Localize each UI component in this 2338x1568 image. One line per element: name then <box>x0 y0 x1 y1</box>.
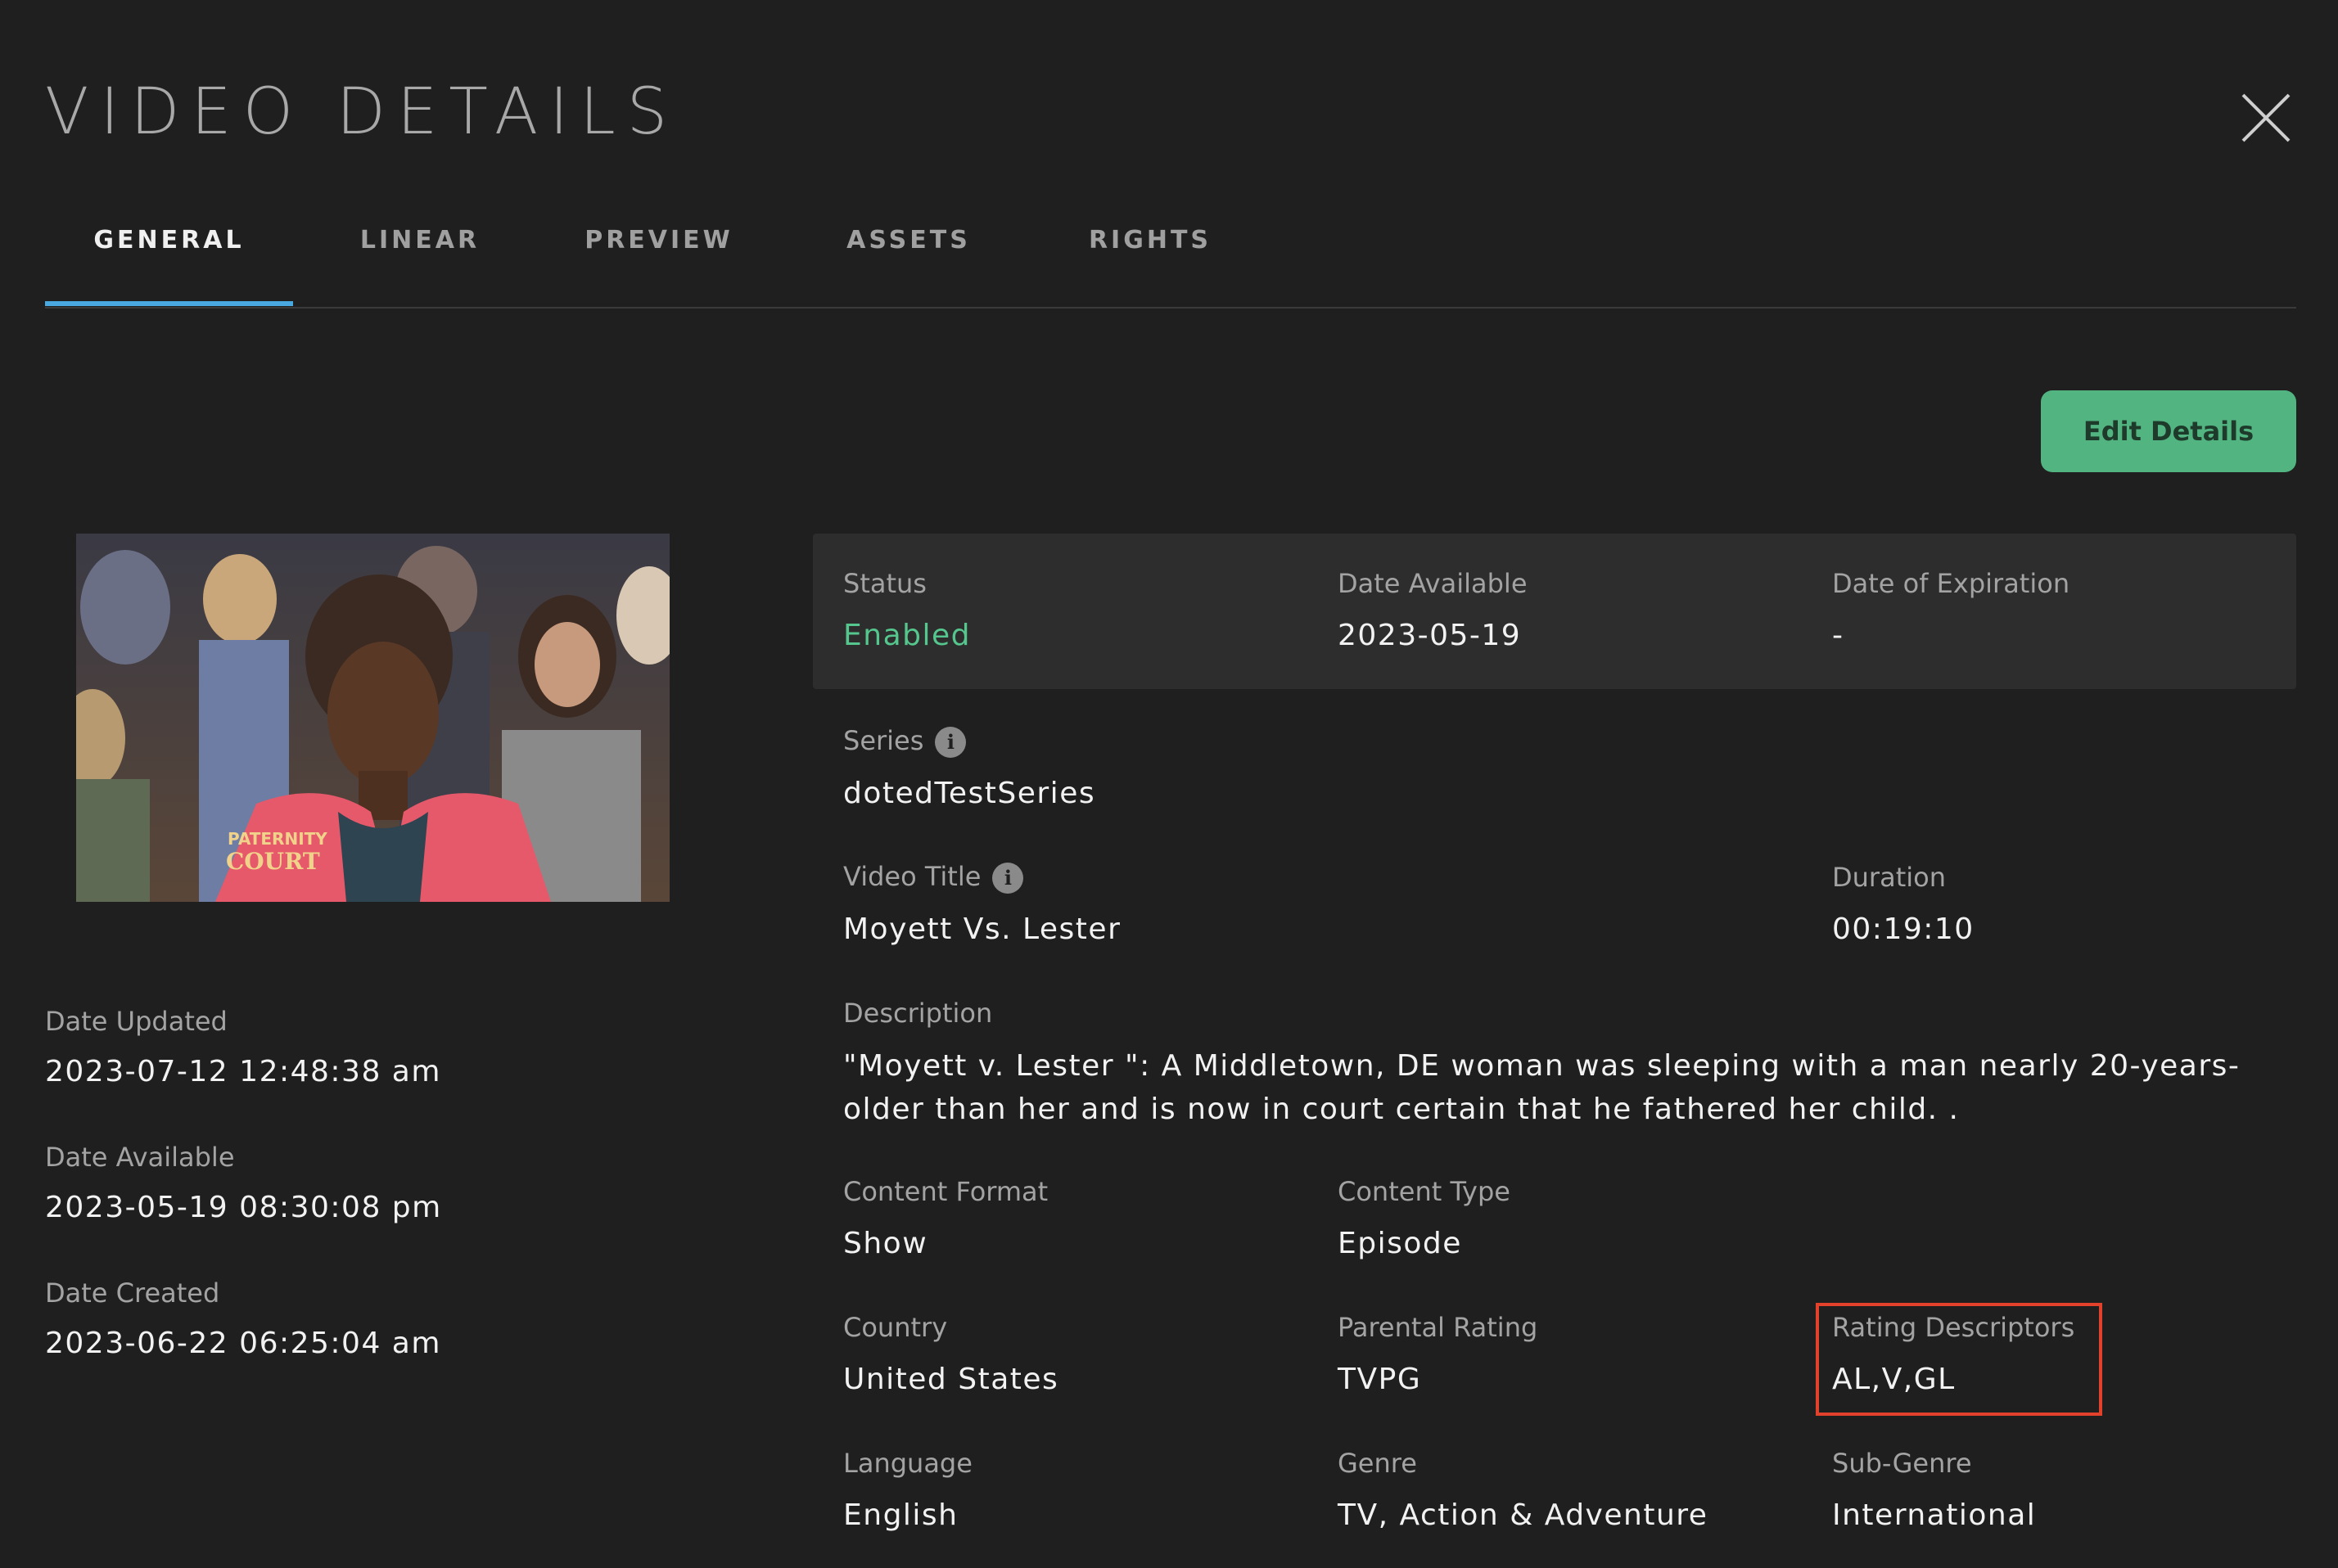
date-available-label: Date Available <box>45 1142 235 1173</box>
country-value: United States <box>843 1363 1059 1396</box>
parental-rating-value: TVPG <box>1338 1363 1422 1396</box>
active-tab-indicator <box>45 301 293 306</box>
content-type-label: Content Type <box>1338 1176 1510 1207</box>
series-label-row: Series i <box>843 725 967 758</box>
tab-bar: GENERAL LINEAR PREVIEW ASSETS RIGHTS <box>45 213 2296 308</box>
tab-rights[interactable]: RIGHTS <box>1068 213 1232 308</box>
status-panel <box>813 534 2296 689</box>
tab-assets[interactable]: ASSETS <box>827 213 991 308</box>
close-button[interactable] <box>2240 92 2292 144</box>
status-value: Enabled <box>843 619 971 652</box>
date-available-value: 2023-05-19 08:30:08 pm <box>45 1191 442 1224</box>
date-expiration-value: - <box>1832 619 1844 652</box>
content-format-label: Content Format <box>843 1176 1049 1207</box>
video-title-info-icon[interactable]: i <box>992 863 1024 894</box>
status-label: Status <box>843 568 927 599</box>
date-updated-label: Date Updated <box>45 1006 228 1037</box>
thumbnail-image: PATERNITY COURT <box>76 534 670 902</box>
description-label: Description <box>843 998 993 1029</box>
panel-date-available-value: 2023-05-19 <box>1338 619 1522 652</box>
language-label: Language <box>843 1448 973 1479</box>
panel-date-available-label: Date Available <box>1338 568 1528 599</box>
date-created-value: 2023-06-22 06:25:04 am <box>45 1327 441 1360</box>
rating-descriptors-label: Rating Descriptors <box>1832 1312 2075 1343</box>
date-created-label: Date Created <box>45 1277 220 1309</box>
duration-label: Duration <box>1832 862 1946 893</box>
page-title: VIDEO DETAILS <box>45 75 679 149</box>
duration-value: 00:19:10 <box>1832 912 1975 946</box>
video-title-value: Moyett Vs. Lester <box>843 912 1122 946</box>
parental-rating-label: Parental Rating <box>1338 1312 1538 1343</box>
edit-details-button[interactable]: Edit Details <box>2041 390 2296 472</box>
video-title-label-row: Video Title i <box>843 861 1024 894</box>
tab-linear[interactable]: LINEAR <box>338 213 502 308</box>
content-format-value: Show <box>843 1227 928 1260</box>
rating-descriptors-value: AL,V,GL <box>1832 1363 1956 1396</box>
tab-general[interactable]: GENERAL <box>45 213 293 308</box>
content-type-value: Episode <box>1338 1227 1462 1260</box>
sub-genre-label: Sub-Genre <box>1832 1448 1972 1479</box>
series-value: dotedTestSeries <box>843 777 1096 810</box>
description-value: "Moyett v. Lester ": A Middletown, DE wo… <box>843 1049 2241 1126</box>
language-value: English <box>843 1498 959 1532</box>
video-title-label: Video Title <box>843 861 982 892</box>
series-label: Series <box>843 725 924 756</box>
close-icon <box>2241 93 2291 142</box>
date-updated-value: 2023-07-12 12:48:38 am <box>45 1055 441 1088</box>
tab-preview[interactable]: PREVIEW <box>569 213 749 308</box>
genre-label: Genre <box>1338 1448 1417 1479</box>
sub-genre-value: International <box>1832 1498 2037 1532</box>
date-expiration-label: Date of Expiration <box>1832 568 2070 599</box>
series-info-icon[interactable]: i <box>935 727 967 758</box>
country-label: Country <box>843 1312 948 1343</box>
thumbnail-logo-line2: COURT <box>226 848 320 875</box>
thumbnail-logo-line1: PATERNITY <box>228 829 327 849</box>
genre-value: TV, Action & Adventure <box>1338 1498 1708 1532</box>
video-thumbnail[interactable]: PATERNITY COURT <box>76 534 670 902</box>
